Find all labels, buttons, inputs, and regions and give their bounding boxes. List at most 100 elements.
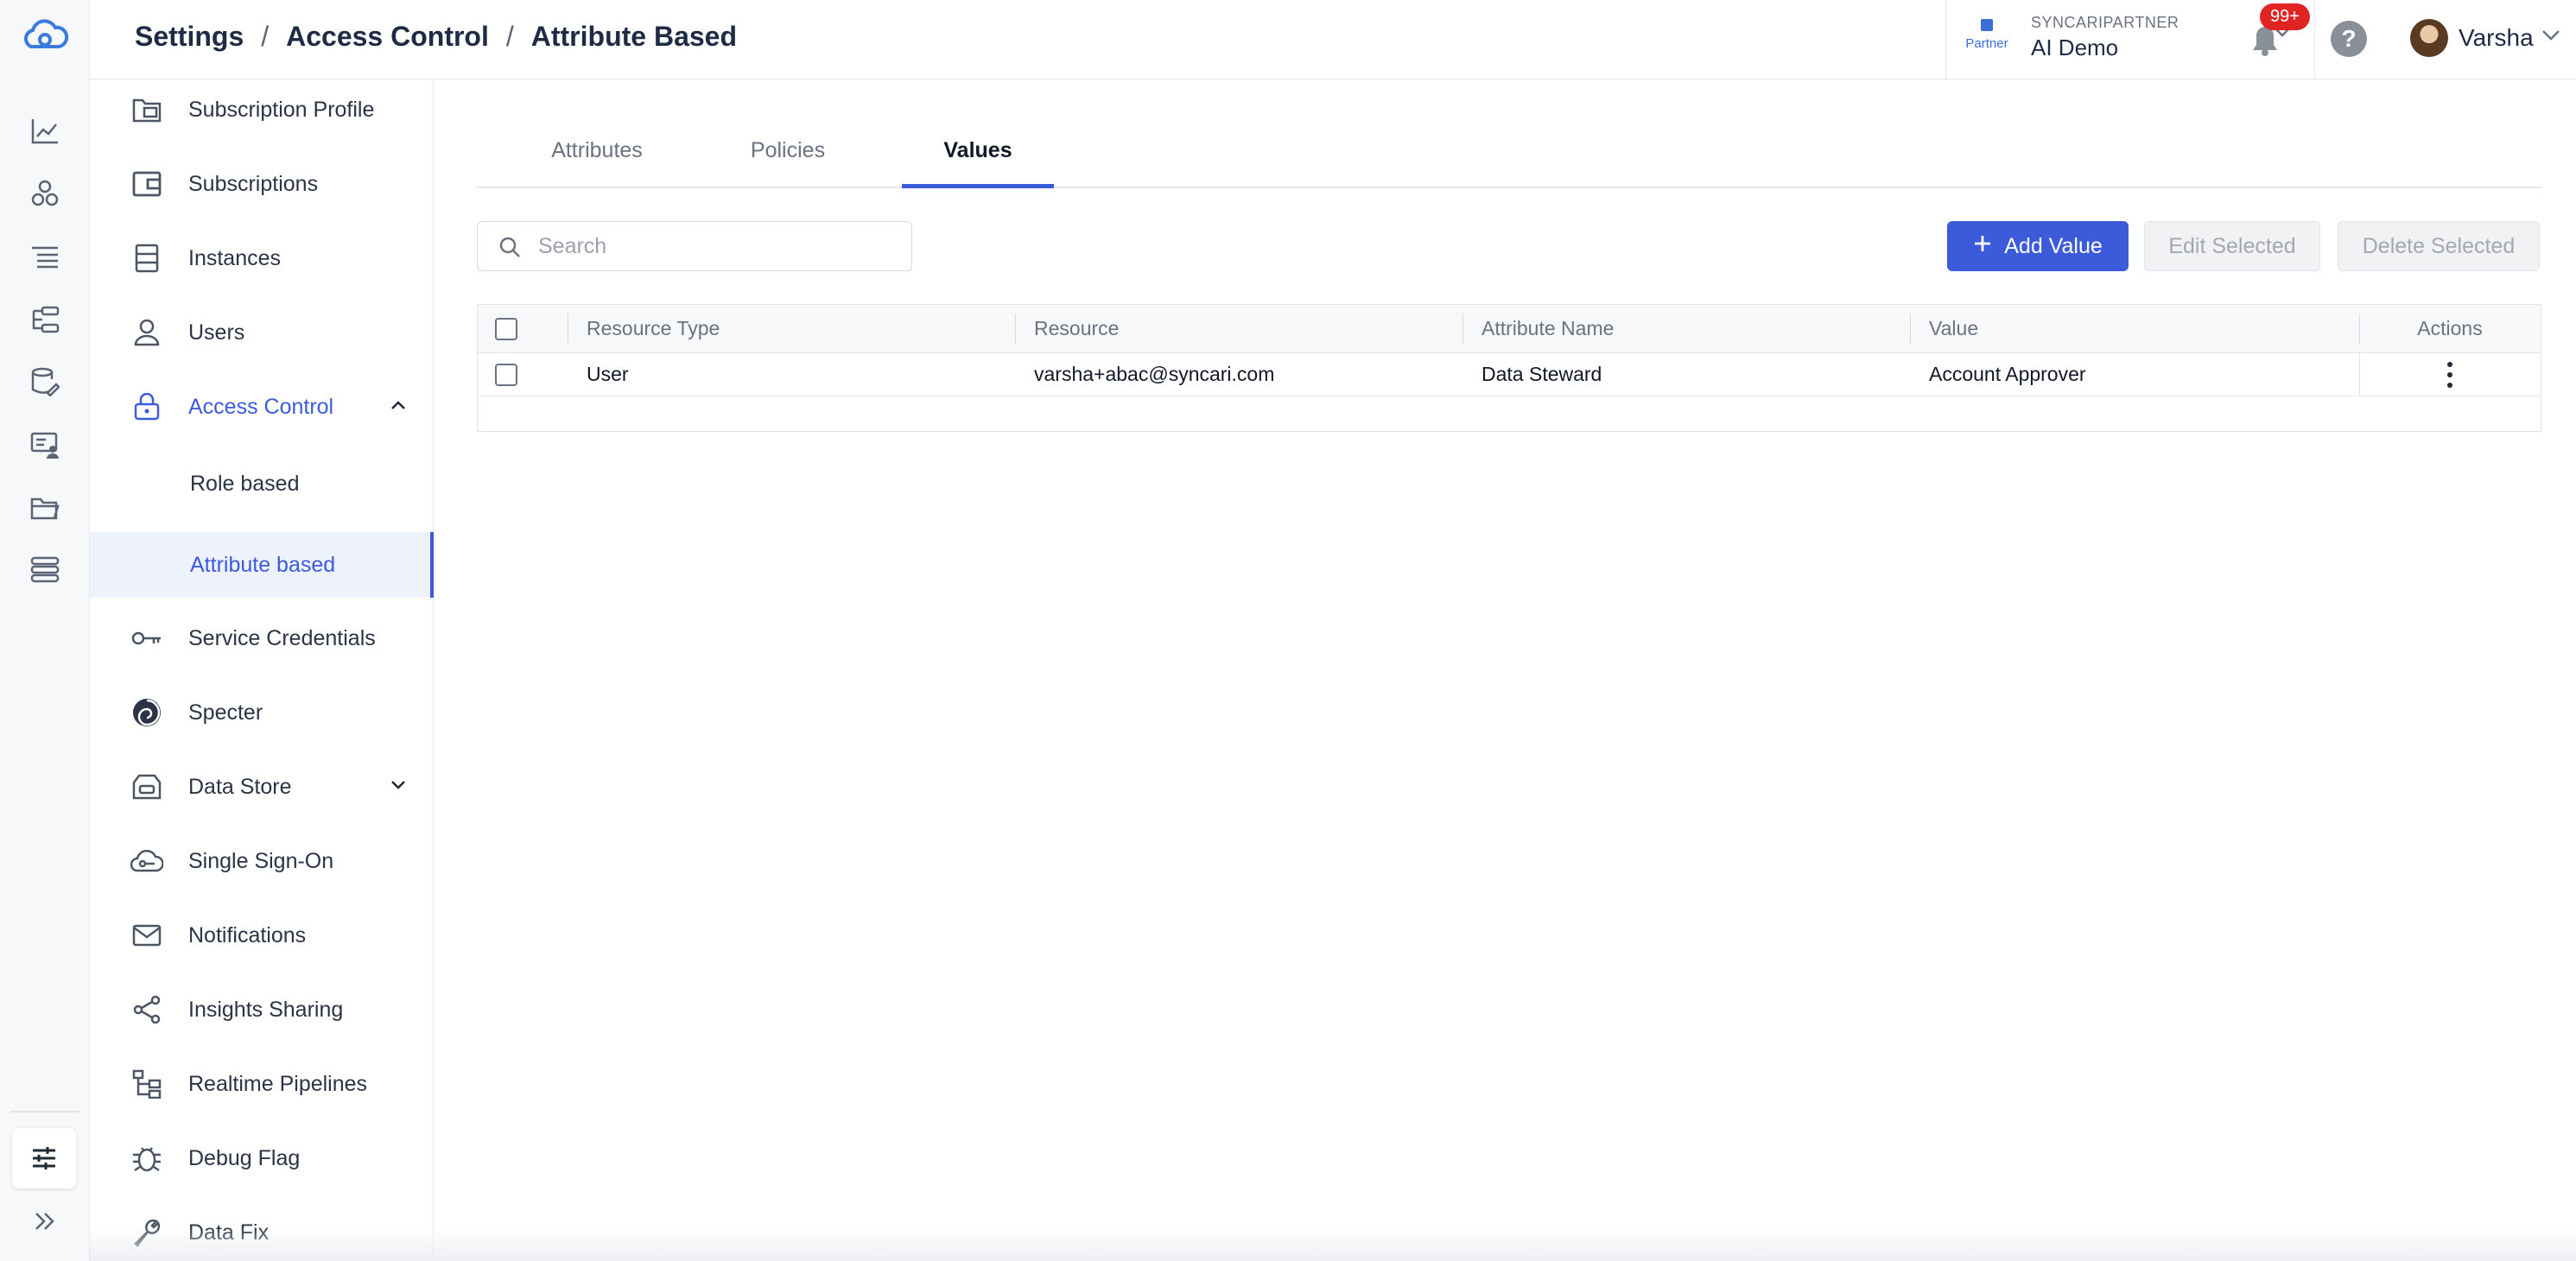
nav-item-realtime-pipelines[interactable]: Realtime Pipelines — [90, 1054, 434, 1114]
nav-item-label: Service Credentials — [188, 625, 376, 650]
cloud-logo-icon[interactable] — [19, 16, 71, 55]
nav-item-label: Users — [188, 320, 245, 345]
column-header-attribute-name[interactable]: Attribute Name — [1482, 305, 1614, 352]
nav-item-subscription-profile[interactable]: Subscription Profile — [90, 79, 434, 140]
help-icon[interactable]: ? — [2331, 21, 2367, 57]
specter-icon — [130, 695, 164, 730]
chevron-down-icon[interactable] — [2541, 29, 2560, 46]
cloud-key-icon — [130, 844, 164, 878]
nav-item-data-store[interactable]: Data Store — [90, 757, 434, 817]
id-card-icon — [130, 92, 164, 127]
lock-icon — [130, 390, 164, 424]
nav-item-access-control[interactable]: Access Control — [90, 377, 434, 437]
nav-item-label: Data Store — [188, 774, 292, 799]
nav-item-label: Single Sign-On — [188, 848, 334, 873]
kebab-menu-icon[interactable] — [2359, 353, 2541, 396]
breadcrumb-separator: / — [505, 21, 514, 52]
nav-item-data-fix[interactable]: Data Fix — [90, 1202, 434, 1261]
nav-item-label: Access Control — [188, 394, 334, 419]
list-icon[interactable] — [26, 238, 64, 276]
notification-count-badge: 99+ — [2260, 3, 2310, 30]
nav-item-instances[interactable]: Instances — [90, 228, 434, 288]
wallet-icon — [130, 167, 164, 201]
nav-item-notifications[interactable]: Notifications — [90, 905, 434, 966]
key-icon — [130, 621, 164, 656]
stack-icon[interactable] — [26, 551, 64, 589]
chart-icon[interactable] — [26, 112, 64, 150]
column-header-value[interactable]: Value — [1929, 305, 1978, 352]
folder-icon[interactable] — [26, 489, 64, 527]
nav-item-label: Debug Flag — [188, 1145, 301, 1170]
nav-item-specter[interactable]: Specter — [90, 682, 434, 743]
plus-icon — [1973, 234, 1992, 259]
select-all-checkbox[interactable] — [495, 305, 517, 352]
nav-item-label: Notifications — [188, 922, 307, 947]
top-header: Settings / Access Control / Attribute Ba… — [90, 0, 2576, 79]
sliders-icon[interactable] — [12, 1128, 76, 1188]
nav-item-subscriptions[interactable]: Subscriptions — [90, 154, 434, 214]
search-box — [477, 221, 912, 271]
avatar[interactable] — [2410, 19, 2448, 57]
column-header-resource-type[interactable]: Resource Type — [587, 305, 720, 352]
search-input[interactable] — [538, 231, 892, 262]
share-icon — [130, 992, 164, 1027]
table-empty-row — [478, 396, 2541, 431]
nav-item-debug-flag[interactable]: Debug Flag — [90, 1128, 434, 1188]
cell-resource: varsha+abac@syncari.com — [1034, 363, 1275, 385]
cell-value: Account Approver — [1929, 363, 2086, 385]
server-icon — [130, 241, 164, 276]
column-header-resource[interactable]: Resource — [1034, 305, 1119, 352]
chevron-up-icon[interactable] — [390, 399, 406, 415]
chevron-down-icon[interactable] — [390, 779, 406, 795]
values-table: Resource Type Resource Attribute Name Va… — [477, 304, 2541, 432]
nav-item-label: Insights Sharing — [188, 997, 344, 1022]
tab-attributes[interactable]: Attributes — [548, 135, 646, 188]
flow-icon[interactable] — [26, 301, 64, 339]
nav-item-users[interactable]: Users — [90, 302, 434, 363]
breadcrumb-access-control[interactable]: Access Control — [286, 21, 489, 53]
cell-attribute-name: Data Steward — [1482, 363, 1602, 385]
bottom-fade — [90, 1226, 2576, 1261]
breadcrumb-separator: / — [261, 21, 270, 52]
partner-badge-label: Partner — [1965, 36, 2008, 51]
pipeline-icon — [130, 1067, 164, 1101]
nav-item-label: Subscriptions — [188, 171, 319, 196]
add-value-label: Add Value — [2004, 233, 2103, 258]
tab-bar: Attributes Policies Values — [477, 135, 2541, 188]
nav-item-role-based[interactable]: Role based — [90, 451, 434, 516]
edit-selected-button[interactable]: Edit Selected — [2144, 221, 2320, 271]
add-value-button[interactable]: Add Value — [1947, 221, 2129, 271]
user-icon — [130, 315, 164, 350]
nav-item-label: Realtime Pipelines — [188, 1071, 368, 1096]
partner-badge-icon: Partner — [1964, 16, 2010, 60]
nav-item-attribute-based[interactable]: Attribute based — [90, 532, 434, 598]
bug-icon — [130, 1141, 164, 1175]
column-header-actions: Actions — [2417, 317, 2483, 339]
settings-nav: Subscription Profile Subscriptions Insta… — [90, 79, 434, 1261]
tab-policies[interactable]: Policies — [745, 135, 831, 188]
breadcrumb-settings[interactable]: Settings — [135, 21, 244, 53]
double-chevron-right-icon[interactable] — [26, 1202, 64, 1240]
row-checkbox[interactable] — [495, 353, 517, 396]
org-caption: SYNCARIPARTNER — [2031, 14, 2179, 31]
delete-selected-button[interactable]: Delete Selected — [2338, 221, 2540, 271]
search-icon — [498, 236, 521, 263]
mail-icon — [130, 918, 164, 953]
people-icon[interactable] — [26, 174, 64, 212]
icon-rail — [0, 0, 90, 1261]
nav-item-label: Specter — [188, 700, 263, 725]
nav-item-label: Attribute based — [190, 552, 336, 577]
user-name[interactable]: Varsha — [2459, 24, 2534, 52]
nav-item-service-credentials[interactable]: Service Credentials — [90, 608, 434, 669]
breadcrumb: Settings / Access Control / Attribute Ba… — [135, 21, 737, 53]
nav-item-label: Instances — [188, 245, 282, 270]
table-row[interactable]: User varsha+abac@syncari.com Data Stewar… — [478, 353, 2541, 396]
org-name: AI Demo — [2031, 35, 2119, 60]
nav-item-label: Role based — [190, 471, 300, 496]
nav-item-insights-sharing[interactable]: Insights Sharing — [90, 979, 434, 1040]
tab-values[interactable]: Values — [902, 135, 1054, 188]
nav-item-single-sign-on[interactable]: Single Sign-On — [90, 831, 434, 891]
database-edit-icon[interactable] — [26, 363, 64, 401]
breadcrumb-attribute-based: Attribute Based — [530, 21, 737, 52]
monitor-user-icon[interactable] — [26, 427, 64, 465]
